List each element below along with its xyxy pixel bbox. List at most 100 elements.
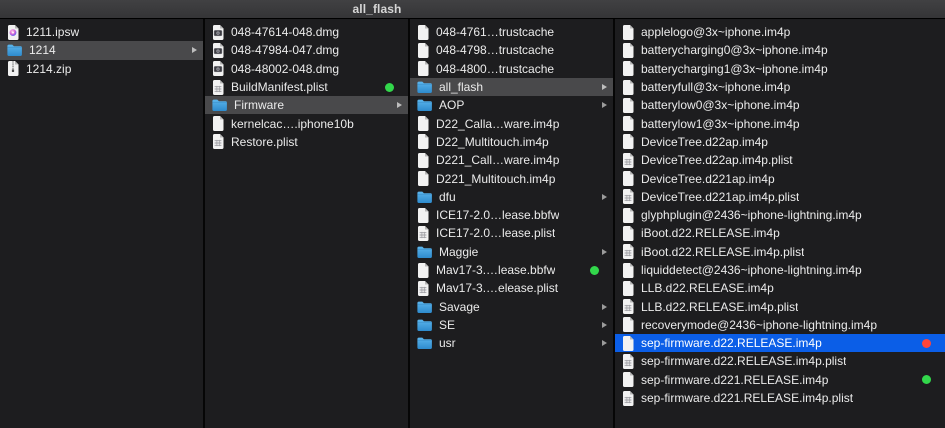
plist-doc-icon: [622, 244, 641, 260]
generic-doc-icon: [622, 42, 641, 58]
file-row[interactable]: D22_Multitouch.im4p: [410, 133, 613, 151]
file-row[interactable]: Mav17-3.…lease.bbfw: [410, 261, 613, 279]
file-row[interactable]: 1214.zip: [0, 60, 203, 78]
file-row[interactable]: sep-firmware.d221.RELEASE.im4p.plist: [615, 389, 945, 407]
file-row[interactable]: D221_Multitouch.im4p: [410, 169, 613, 187]
file-row[interactable]: 1211.ipsw: [0, 23, 203, 41]
file-row[interactable]: kernelcac….iphone10b: [205, 114, 408, 132]
file-row[interactable]: glyphplugin@2436~iphone-lightning.im4p: [615, 206, 945, 224]
file-row[interactable]: Restore.plist: [205, 133, 408, 151]
file-label: usr: [439, 336, 456, 351]
folder-row[interactable]: Firmware: [205, 96, 408, 115]
file-row[interactable]: 048-4798…trustcache: [410, 41, 613, 59]
file-label: batterycharging0@3x~iphone.im4p: [641, 43, 828, 58]
file-row[interactable]: Mav17-3.…elease.plist: [410, 279, 613, 297]
file-row[interactable]: DeviceTree.d221ap.im4p.plist: [615, 188, 945, 206]
folder-row[interactable]: Maggie: [410, 243, 613, 261]
file-row[interactable]: 048-4761…trustcache: [410, 23, 613, 41]
file-row[interactable]: sep-firmware.d22.RELEASE.im4p: [615, 334, 945, 353]
file-label: iBoot.d22.RELEASE.im4p.plist: [641, 244, 805, 259]
file-label: 048-4798…trustcache: [436, 43, 555, 58]
disclosure-triangle-icon: [602, 193, 607, 200]
disclosure-triangle-icon: [602, 84, 607, 91]
generic-doc-icon: [417, 262, 436, 278]
file-row[interactable]: iBoot.d22.RELEASE.im4p.plist: [615, 243, 945, 261]
file-row[interactable]: iBoot.d22.RELEASE.im4p: [615, 224, 945, 242]
file-label: Restore.plist: [231, 134, 298, 149]
file-row[interactable]: LLB.d22.RELEASE.im4p.plist: [615, 297, 945, 315]
green-tag-dot: [385, 82, 394, 92]
generic-doc-icon: [622, 372, 641, 388]
dmg-doc-icon: [212, 42, 231, 58]
column-browser: 1211.ipsw 1214 1214.zip 048-47614-048.dmg 04…: [0, 19, 945, 428]
file-row[interactable]: batteryfull@3x~iphone.im4p: [615, 78, 945, 96]
file-label: 048-4800…trustcache: [436, 61, 555, 76]
folder-icon: [417, 301, 439, 313]
file-row[interactable]: ICE17-2.0…lease.bbfw: [410, 206, 613, 224]
finder-column-1: 1211.ipsw 1214 1214.zip: [0, 19, 205, 428]
file-row[interactable]: liquiddetect@2436~iphone-lightning.im4p: [615, 261, 945, 279]
dmg-doc-icon: [212, 61, 231, 77]
file-row[interactable]: DeviceTree.d22ap.im4p: [615, 133, 945, 151]
file-row[interactable]: batterylow1@3x~iphone.im4p: [615, 114, 945, 132]
zip-doc-icon: [7, 61, 26, 77]
file-label: AOP: [439, 98, 465, 113]
file-row[interactable]: DeviceTree.d22ap.im4p.plist: [615, 151, 945, 169]
generic-doc-icon: [417, 61, 436, 77]
file-label: dfu: [439, 189, 456, 204]
file-row[interactable]: batterycharging1@3x~iphone.im4p: [615, 60, 945, 78]
file-label: D22_Multitouch.im4p: [436, 134, 549, 149]
generic-doc-icon: [417, 134, 436, 150]
file-row[interactable]: DeviceTree.d221ap.im4p: [615, 169, 945, 187]
file-label: LLB.d22.RELEASE.im4p.plist: [641, 299, 799, 314]
ipsw-doc-icon: [7, 24, 26, 40]
file-row[interactable]: 048-48002-048.dmg: [205, 60, 408, 78]
generic-doc-icon: [417, 24, 436, 40]
generic-doc-icon: [417, 152, 436, 168]
file-row[interactable]: D22_Calla…ware.im4p: [410, 114, 613, 132]
folder-icon: [417, 337, 439, 350]
file-row[interactable]: 048-47614-048.dmg: [205, 23, 408, 41]
file-label: iBoot.d22.RELEASE.im4p: [641, 226, 780, 241]
folder-row[interactable]: AOP: [410, 96, 613, 114]
folder-row[interactable]: SE: [410, 316, 613, 334]
file-row[interactable]: sep-firmware.d22.RELEASE.im4p.plist: [615, 352, 945, 370]
plist-doc-icon: [212, 79, 231, 95]
file-label: 1214: [29, 43, 56, 58]
file-label: 048-4761…trustcache: [436, 25, 555, 40]
file-label: glyphplugin@2436~iphone-lightning.im4p: [641, 208, 862, 223]
folder-row[interactable]: all_flash: [410, 77, 613, 97]
file-label: DeviceTree.d221ap.im4p: [641, 171, 775, 186]
file-row[interactable]: LLB.d22.RELEASE.im4p: [615, 279, 945, 297]
green-tag-dot: [590, 265, 599, 275]
folder-row[interactable]: usr: [410, 334, 613, 352]
file-row[interactable]: 048-4800…trustcache: [410, 60, 613, 78]
file-row[interactable]: D221_Call…ware.im4p: [410, 151, 613, 169]
file-label: Mav17-3.…elease.plist: [436, 281, 559, 296]
file-row[interactable]: recoverymode@2436~iphone-lightning.im4p: [615, 316, 945, 334]
file-row[interactable]: applelogo@3x~iphone.im4p: [615, 23, 945, 41]
generic-doc-icon: [622, 335, 641, 351]
disclosure-triangle-icon: [602, 303, 607, 310]
plist-doc-icon: [622, 299, 641, 315]
folder-icon: [417, 191, 439, 203]
file-row[interactable]: sep-firmware.d221.RELEASE.im4p: [615, 371, 945, 389]
generic-doc-icon: [417, 171, 436, 187]
folder-row[interactable]: Savage: [410, 297, 613, 315]
generic-doc-icon: [212, 116, 231, 132]
plist-doc-icon: [417, 280, 436, 296]
file-row[interactable]: BuildManifest.plist: [205, 78, 408, 96]
folder-icon: [7, 44, 29, 57]
title-bar[interactable]: all_flash: [0, 0, 945, 19]
folder-row[interactable]: dfu: [410, 188, 613, 206]
plist-doc-icon: [622, 390, 641, 406]
plist-doc-icon: [622, 189, 641, 205]
file-row[interactable]: ICE17-2.0…lease.plist: [410, 224, 613, 242]
file-row[interactable]: 048-47984-047.dmg: [205, 41, 408, 59]
file-row[interactable]: batterycharging0@3x~iphone.im4p: [615, 41, 945, 59]
disclosure-triangle-icon: [602, 321, 607, 328]
folder-row[interactable]: 1214: [0, 41, 203, 60]
file-label: batteryfull@3x~iphone.im4p: [641, 80, 791, 95]
disclosure-triangle-icon: [602, 248, 607, 255]
file-row[interactable]: batterylow0@3x~iphone.im4p: [615, 96, 945, 114]
